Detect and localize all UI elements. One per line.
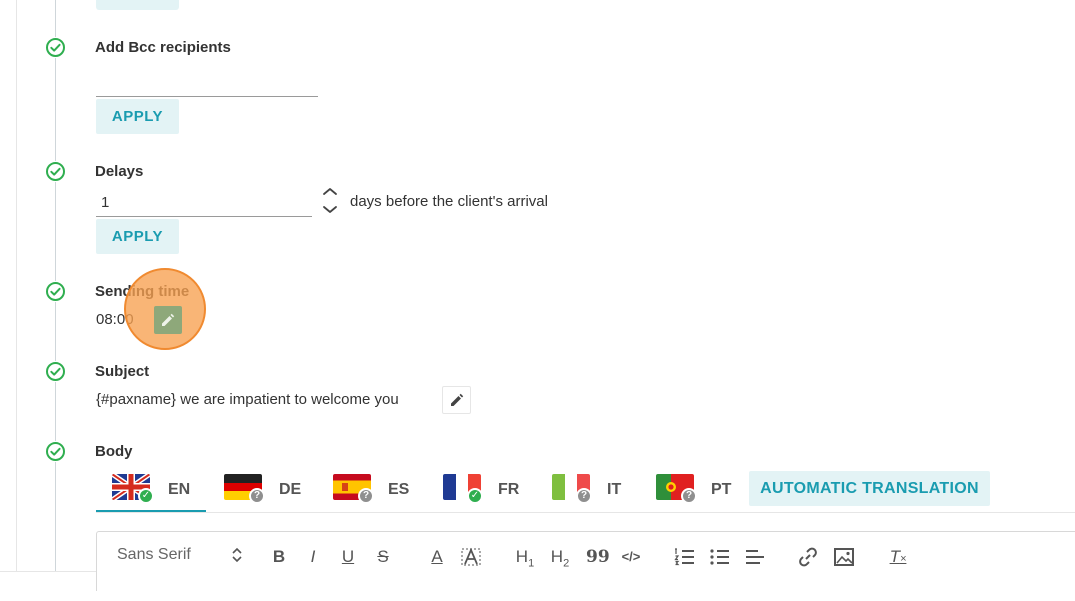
font-family-value: Sans Serif [117,546,191,563]
font-family-select[interactable]: Sans Serif [117,544,242,566]
ordered-list-icon[interactable] [674,546,696,568]
automatic-translation-button[interactable]: AUTOMATIC TRANSLATION [749,471,990,506]
left-border [16,0,17,571]
check-circle-icon [45,37,66,58]
body-label: Body [95,443,133,460]
check-circle-icon [45,161,66,182]
check-circle-icon [45,441,66,462]
lang-tab-it[interactable]: ? IT [552,470,632,512]
lang-tab-pt[interactable]: ? PT [656,470,736,512]
h2-letter: H [550,547,564,566]
align-icon[interactable] [744,546,766,568]
lang-code-pt: PT [711,481,732,498]
clear-format-letter: T [889,547,900,566]
h1-sub: 1 [528,557,535,570]
missing-translation-icon: ? [681,488,697,504]
delays-apply-button[interactable]: APPLY [96,219,179,254]
heading2-icon[interactable]: H2 [548,546,572,570]
lang-code-de: DE [279,481,302,498]
text-color-icon[interactable]: A [427,546,447,568]
pencil-icon [162,313,175,326]
lang-code-fr: FR [498,481,520,498]
tabs-divider [96,512,1075,513]
check-circle-icon [45,361,66,382]
lang-tab-es[interactable]: ? ES [333,470,413,512]
lang-code-it: IT [607,481,622,498]
translated-check-icon: ✓ [467,488,483,504]
italic-icon[interactable]: I [303,546,323,568]
bold-icon[interactable]: B [269,546,289,568]
pencil-icon [451,393,464,406]
delays-label: Delays [95,163,144,180]
bcc-apply-button[interactable]: APPLY [96,99,179,134]
missing-translation-icon: ? [576,488,592,504]
lang-code-en: EN [168,481,191,498]
previous-apply-button[interactable] [96,0,179,10]
blockquote-icon[interactable]: 99 [586,546,610,568]
translated-check-icon: ✓ [138,488,154,504]
editor-toolbar: Sans Serif B I U S A H1 H2 99 </> T× [96,531,1075,591]
missing-translation-icon: ? [249,488,265,504]
link-icon[interactable] [797,546,819,568]
lang-tab-fr[interactable]: ✓ FR [443,470,523,512]
clear-format-icon[interactable]: T× [887,546,909,568]
select-chevron-icon [232,544,242,573]
delays-input[interactable] [96,189,312,217]
delays-stepper[interactable] [320,186,340,216]
image-icon[interactable] [833,546,855,568]
delays-suffix: days before the client's arrival [350,193,548,210]
check-circle-icon [45,281,66,302]
heading1-icon[interactable]: H1 [513,546,537,570]
bullet-list-icon[interactable] [709,546,731,568]
code-block-icon[interactable]: </> [618,546,644,568]
missing-translation-icon: ? [358,488,374,504]
message-settings-page: Add Bcc recipients APPLY Delays days bef… [0,0,1075,601]
underline-icon[interactable]: U [338,546,358,568]
subject-value: {#paxname} we are impatient to welcome y… [96,391,399,408]
h1-letter: H [515,547,529,566]
sending-time-edit-button[interactable] [154,306,182,334]
subject-label: Subject [95,363,150,380]
bcc-label: Add Bcc recipients [95,39,231,56]
subject-edit-button[interactable] [442,386,471,414]
bcc-input[interactable] [96,69,318,97]
h2-sub: 2 [563,557,570,570]
lang-tab-de[interactable]: ? DE [224,470,304,512]
strike-icon[interactable]: S [373,546,393,568]
background-color-icon[interactable] [460,546,482,568]
lang-tab-en[interactable]: ✓ EN [112,470,206,512]
lang-code-es: ES [388,481,410,498]
